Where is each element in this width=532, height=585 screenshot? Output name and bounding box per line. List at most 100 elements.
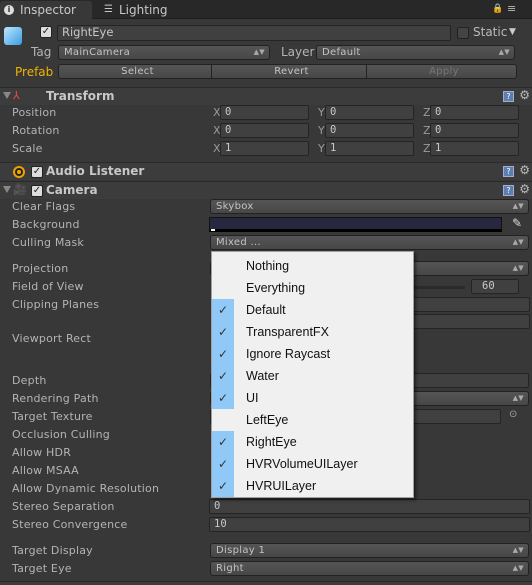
checkmark-icon: ✓ <box>212 299 234 321</box>
layer-label: Layer <box>281 45 315 59</box>
revert-label: Revert <box>274 66 309 77</box>
layer-value: Default <box>322 47 361 58</box>
stereo-separation-label: Stereo Separation <box>12 500 115 513</box>
camera-header[interactable]: 🎥 ✓ Camera ? ⚙ <box>0 181 532 199</box>
culling-mask-label: Culling Mask <box>12 236 85 249</box>
target-texture-label: Target Texture <box>12 410 93 423</box>
tag-value: MainCamera <box>64 47 131 58</box>
select-label: Select <box>121 66 154 77</box>
clear-flags-dropdown[interactable]: Skybox ▲▼ <box>210 199 529 214</box>
y-label: Y <box>318 142 325 155</box>
checkmark-icon: ✓ <box>212 321 234 343</box>
audio-listener-enabled-checkbox[interactable]: ✓ <box>31 166 43 178</box>
target-display-dropdown[interactable]: Display 1 ▲▼ <box>210 543 529 558</box>
checkmark-icon: ✓ <box>212 453 234 475</box>
help-icon[interactable]: ? <box>503 166 514 177</box>
option-label: Default <box>246 303 286 317</box>
clipping-far-input[interactable] <box>413 314 530 329</box>
transform-axes-icon: ⅄ <box>13 89 20 102</box>
object-picker-icon[interactable]: ⊙ <box>509 409 517 420</box>
position-z-input[interactable]: 0 <box>430 105 519 120</box>
target-eye-dropdown[interactable]: Right ▲▼ <box>210 561 529 576</box>
background-color-field[interactable] <box>209 217 502 232</box>
clear-flags-value: Skybox <box>216 201 254 212</box>
clear-flags-label: Clear Flags <box>12 200 76 213</box>
lock-icon[interactable]: 🔒 <box>492 4 503 14</box>
scale-y-input[interactable]: 1 <box>325 141 414 156</box>
bottom-divider <box>0 581 532 585</box>
stereo-separation-input[interactable]: 0 <box>209 499 530 514</box>
static-dropdown-icon[interactable]: ▼ <box>509 27 516 37</box>
culling-mask-option[interactable]: ✓ Default <box>212 299 413 321</box>
audio-listener-header[interactable]: ✓ Audio Listener ? ⚙ <box>0 162 532 180</box>
target-display-value: Display 1 <box>216 545 266 556</box>
culling-mask-option[interactable]: Nothing <box>212 255 413 277</box>
prefab-apply-button[interactable]: Apply <box>366 64 517 79</box>
sliders-icon: ☰ <box>104 4 113 15</box>
checkmark-icon: ✓ <box>212 343 234 365</box>
gear-icon[interactable]: ⚙ <box>519 88 530 102</box>
position-label: Position <box>12 106 57 119</box>
culling-mask-dropdown[interactable]: Mixed ... ▲▼ <box>210 235 529 250</box>
eyedropper-icon[interactable]: ✎ <box>512 216 522 230</box>
culling-mask-option[interactable]: ✓ Water <box>212 365 413 387</box>
gear-icon[interactable]: ⚙ <box>519 163 530 177</box>
help-icon[interactable]: ? <box>503 91 514 102</box>
option-label: Nothing <box>246 259 290 273</box>
tab-inspector[interactable]: i Inspector <box>0 1 92 19</box>
culling-mask-option[interactable]: ✓ UI <box>212 387 413 409</box>
option-label: HVRUILayer <box>246 479 317 493</box>
tab-label: Lighting <box>119 3 168 17</box>
culling-mask-option[interactable]: ✓ RightEye <box>212 431 413 453</box>
rotation-y-input[interactable]: 0 <box>325 123 414 138</box>
culling-mask-option[interactable]: ✓ HVRUILayer <box>212 475 413 497</box>
checkmark-icon <box>212 409 234 431</box>
scale-z-input[interactable]: 1 <box>430 141 519 156</box>
allow-msaa-label: Allow MSAA <box>12 464 79 477</box>
camera-icon: 🎥 <box>13 183 27 196</box>
culling-mask-option[interactable]: ✓ TransparentFX <box>212 321 413 343</box>
culling-mask-option[interactable]: LeftEye <box>212 409 413 431</box>
viewport-rect-label: Viewport Rect <box>12 332 92 345</box>
prefab-select-button[interactable]: Select <box>58 64 212 79</box>
object-name-input[interactable]: RightEye <box>57 25 451 41</box>
transform-header[interactable]: ⅄ Transform ? ⚙ <box>0 87 532 105</box>
audio-listener-icon <box>13 166 25 178</box>
tag-label: Tag <box>31 45 52 59</box>
gear-icon[interactable]: ⚙ <box>519 182 530 196</box>
fov-input[interactable]: 60 <box>471 279 519 294</box>
foldout-icon[interactable] <box>3 186 11 193</box>
layer-dropdown[interactable]: Default ▲▼ <box>316 45 515 60</box>
option-label: RightEye <box>246 435 297 449</box>
allow-hdr-label: Allow HDR <box>12 446 72 459</box>
culling-mask-option[interactable]: ✓ Ignore Raycast <box>212 343 413 365</box>
menu-icon[interactable]: ≡ <box>507 2 516 15</box>
culling-mask-menu: Nothing Everything ✓ Default ✓ TransparentFX ✓… <box>211 251 414 498</box>
active-checkbox[interactable]: ✓ <box>40 26 52 38</box>
alpha-bar <box>211 229 215 231</box>
scale-x-input[interactable]: 1 <box>220 141 309 156</box>
y-label: Y <box>318 124 325 137</box>
target-display-label: Target Display <box>12 544 93 557</box>
checkmark-icon: ✓ <box>212 365 234 387</box>
tag-dropdown[interactable]: MainCamera ▲▼ <box>58 45 270 60</box>
clipping-near-input[interactable] <box>413 297 530 312</box>
stereo-convergence-input[interactable]: 10 <box>209 517 530 532</box>
target-eye-value: Right <box>216 563 244 574</box>
checkmark-icon <box>212 255 234 277</box>
prefab-revert-button[interactable]: Revert <box>211 64 367 79</box>
help-icon[interactable]: ? <box>503 185 514 196</box>
culling-mask-option[interactable]: Everything <box>212 277 413 299</box>
stereo-convergence-label: Stereo Convergence <box>12 518 128 531</box>
option-label: Everything <box>246 281 306 295</box>
rotation-x-input[interactable]: 0 <box>220 123 309 138</box>
camera-enabled-checkbox[interactable]: ✓ <box>31 185 43 197</box>
foldout-icon[interactable] <box>3 92 11 99</box>
position-x-input[interactable]: 0 <box>220 105 309 120</box>
option-label: HVRVolumeUILayer <box>246 457 358 471</box>
cube-icon <box>4 27 22 45</box>
culling-mask-option[interactable]: ✓ HVRVolumeUILayer <box>212 453 413 475</box>
static-checkbox[interactable] <box>457 27 469 39</box>
position-y-input[interactable]: 0 <box>325 105 414 120</box>
rotation-z-input[interactable]: 0 <box>430 123 519 138</box>
